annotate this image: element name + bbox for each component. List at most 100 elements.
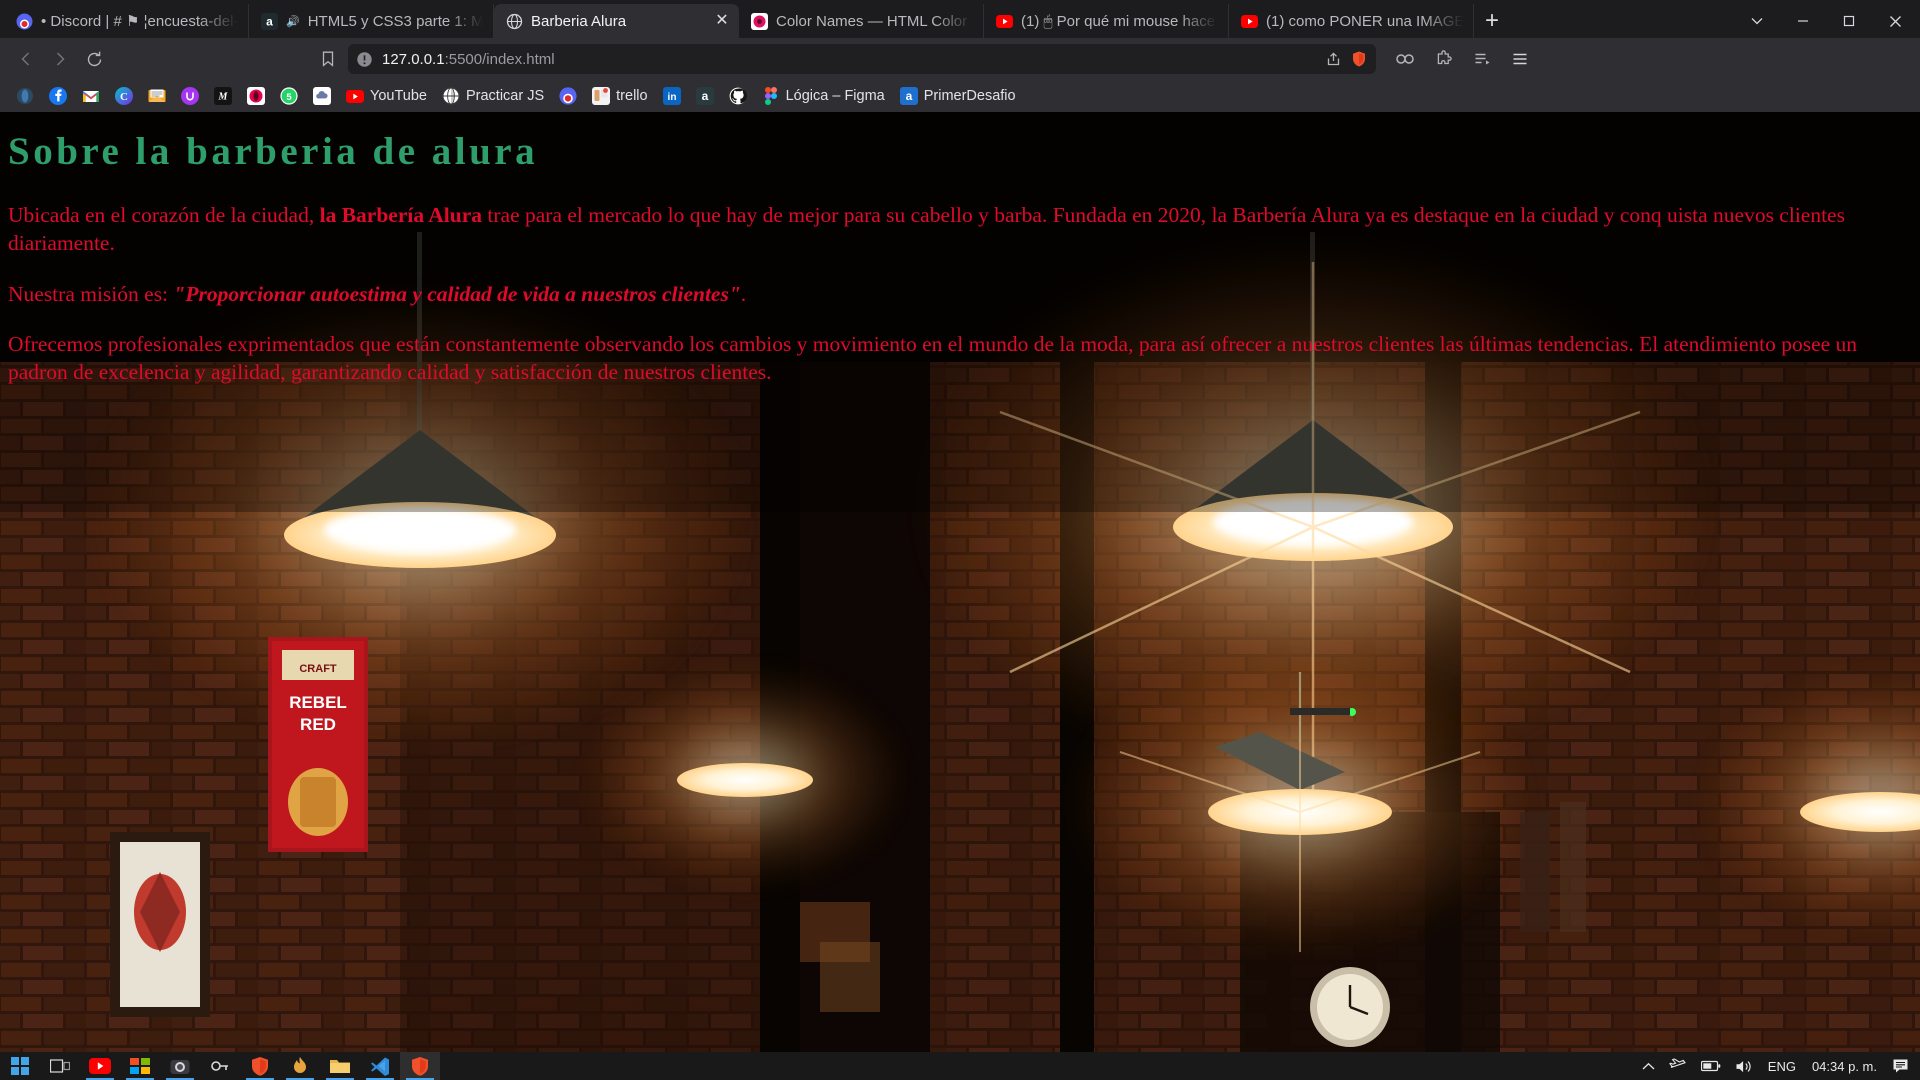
bookmark-youtube[interactable]: YouTube bbox=[340, 84, 433, 108]
language-indicator[interactable]: ENG bbox=[1760, 1052, 1804, 1080]
bookmark-linkedin[interactable]: in bbox=[657, 84, 687, 108]
taskbar-flame-app[interactable] bbox=[280, 1052, 320, 1080]
taskbar-camera-app[interactable] bbox=[160, 1052, 200, 1080]
volume-icon[interactable] bbox=[1728, 1052, 1760, 1080]
alura-blue-icon: a bbox=[899, 87, 918, 105]
taskbar-key-app[interactable] bbox=[200, 1052, 240, 1080]
url-host: 127.0.0.1 bbox=[382, 50, 445, 68]
cloud-icon bbox=[313, 87, 331, 105]
new-tab-button[interactable]: + bbox=[1474, 4, 1510, 38]
discord-icon bbox=[559, 87, 577, 105]
bookmark-practicar-js[interactable]: Practicar JS bbox=[436, 84, 550, 108]
bookmark-medium[interactable]: M bbox=[208, 84, 238, 108]
taskbar-file-explorer-app[interactable] bbox=[320, 1052, 360, 1080]
brave-shield-icon[interactable] bbox=[1350, 50, 1368, 68]
bookmark-github[interactable] bbox=[723, 84, 753, 108]
opera-icon bbox=[16, 87, 34, 105]
tab-youtube-imagen[interactable]: (1) como PONER una IMAGEN de bbox=[1229, 4, 1474, 38]
bookmark-label: YouTube bbox=[370, 88, 427, 104]
paragraph-about-part1: Ubicada en el corazón de la ciudad, bbox=[8, 202, 320, 227]
tab-youtube-mouse[interactable]: (1) 🖱 Por qué mi mouse hace do bbox=[984, 4, 1229, 38]
medium-icon: M bbox=[214, 87, 232, 105]
start-button[interactable] bbox=[0, 1052, 40, 1080]
task-view-button[interactable] bbox=[40, 1052, 80, 1080]
tab-search-button[interactable] bbox=[1734, 4, 1780, 38]
svg-text:a: a bbox=[266, 14, 273, 28]
bookmark-icon[interactable] bbox=[312, 43, 344, 75]
clock[interactable]: 04:34 p. m. bbox=[1804, 1052, 1885, 1080]
tab-title: HTML5 y CSS3 parte 1: Mi pri bbox=[307, 12, 483, 30]
bookmarks-bar: C M 5 YouTube Practicar JS trello in a L… bbox=[0, 80, 1920, 112]
tab-audio-icon[interactable]: 🔊 bbox=[286, 15, 300, 28]
taskbar-vscode-app[interactable] bbox=[360, 1052, 400, 1080]
globe-icon bbox=[506, 13, 523, 30]
back-arrow-icon[interactable] bbox=[10, 43, 42, 75]
tab-title: Barberia Alura bbox=[531, 12, 627, 30]
taskbar-brave-app[interactable] bbox=[240, 1052, 280, 1080]
github-icon bbox=[729, 87, 747, 105]
trello-icon bbox=[592, 87, 611, 105]
paragraph-services: Ofrecemos profesionales exprimentados qu… bbox=[8, 331, 1858, 385]
close-window-button[interactable] bbox=[1872, 4, 1918, 38]
airplane-icon[interactable] bbox=[1662, 1052, 1694, 1080]
taskbar-brave-active-app[interactable] bbox=[400, 1052, 440, 1080]
bookmark-logica-figma[interactable]: Lógica – Figma bbox=[756, 84, 891, 108]
bookmark-label: PrimerDesafio bbox=[923, 88, 1016, 104]
svg-text:RED: RED bbox=[300, 715, 336, 734]
bookmark-trello[interactable]: trello bbox=[586, 84, 653, 108]
canva-icon: C bbox=[115, 87, 133, 105]
tab-color-names[interactable]: Color Names — HTML Color Cod bbox=[739, 4, 984, 38]
close-tab-icon[interactable]: ✕ bbox=[715, 13, 729, 29]
tab-title: • Discord | # ⚑ ¦encuesta-del-dia bbox=[41, 13, 238, 30]
bookmark-udemy[interactable] bbox=[175, 84, 205, 108]
globe-icon bbox=[442, 87, 460, 105]
tab-title: Color Names — HTML Color Cod bbox=[776, 12, 973, 30]
tab-alura-course[interactable]: a 🔊 HTML5 y CSS3 parte 1: Mi pri bbox=[249, 4, 494, 38]
figma-icon bbox=[762, 87, 780, 105]
mail-icon bbox=[148, 87, 166, 105]
reload-icon[interactable] bbox=[78, 43, 110, 75]
bookmark-canva[interactable]: C bbox=[109, 84, 139, 108]
tab-strip: • Discord | # ⚑ ¦encuesta-del-dia a 🔊 HT… bbox=[0, 0, 1920, 38]
address-bar[interactable]: 127.0.0.1:5500/index.html bbox=[348, 44, 1376, 74]
bookmark-discord[interactable] bbox=[553, 84, 583, 108]
whatsapp-icon: 5 bbox=[280, 87, 298, 105]
facebook-icon bbox=[49, 87, 67, 105]
udemy-icon bbox=[181, 87, 199, 105]
show-hidden-icons-button[interactable] bbox=[1635, 1052, 1662, 1080]
gmail-icon bbox=[82, 87, 100, 105]
forward-arrow-icon[interactable] bbox=[44, 43, 76, 75]
youtube-icon bbox=[346, 87, 364, 105]
rewards-icon[interactable] bbox=[1390, 43, 1422, 75]
bookmark-opera-gx[interactable] bbox=[241, 84, 271, 108]
not-secure-icon[interactable] bbox=[356, 51, 373, 68]
bookmark-cloud[interactable] bbox=[307, 84, 337, 108]
bookmark-label: Practicar JS bbox=[465, 88, 545, 104]
hamburger-menu-icon[interactable] bbox=[1504, 43, 1536, 75]
battery-icon[interactable] bbox=[1694, 1052, 1728, 1080]
extensions-icon[interactable] bbox=[1428, 43, 1460, 75]
playlist-icon[interactable] bbox=[1466, 43, 1498, 75]
tab-barberia-alura[interactable]: Barberia Alura ✕ bbox=[494, 4, 739, 38]
window-controls bbox=[1734, 4, 1920, 38]
taskbar-youtube-app[interactable] bbox=[80, 1052, 120, 1080]
bookmark-label: Lógica – Figma bbox=[785, 88, 885, 104]
bookmark-gmail[interactable] bbox=[76, 84, 106, 108]
svg-text:M: M bbox=[218, 92, 229, 103]
bookmark-alura[interactable]: a bbox=[690, 84, 720, 108]
maximize-button[interactable] bbox=[1826, 4, 1872, 38]
browser-window: • Discord | # ⚑ ¦encuesta-del-dia a 🔊 HT… bbox=[0, 0, 1920, 1080]
bookmark-mail[interactable] bbox=[142, 84, 172, 108]
bookmark-whatsapp[interactable]: 5 bbox=[274, 84, 304, 108]
bookmark-primer-desafio[interactable]: a PrimerDesafio bbox=[894, 84, 1022, 108]
svg-text:in: in bbox=[667, 92, 676, 103]
notification-icon[interactable] bbox=[1885, 1052, 1916, 1080]
tab-discord[interactable]: • Discord | # ⚑ ¦encuesta-del-dia bbox=[4, 4, 249, 38]
bookmark-opera[interactable] bbox=[10, 84, 40, 108]
minimize-button[interactable] bbox=[1780, 4, 1826, 38]
system-tray: ENG 04:34 p. m. bbox=[1635, 1052, 1920, 1080]
bookmark-facebook[interactable] bbox=[43, 84, 73, 108]
share-icon[interactable] bbox=[1325, 51, 1342, 68]
taskbar-store-app[interactable] bbox=[120, 1052, 160, 1080]
paragraph-about: Ubicada en el corazón de la ciudad, la B… bbox=[8, 201, 1908, 258]
